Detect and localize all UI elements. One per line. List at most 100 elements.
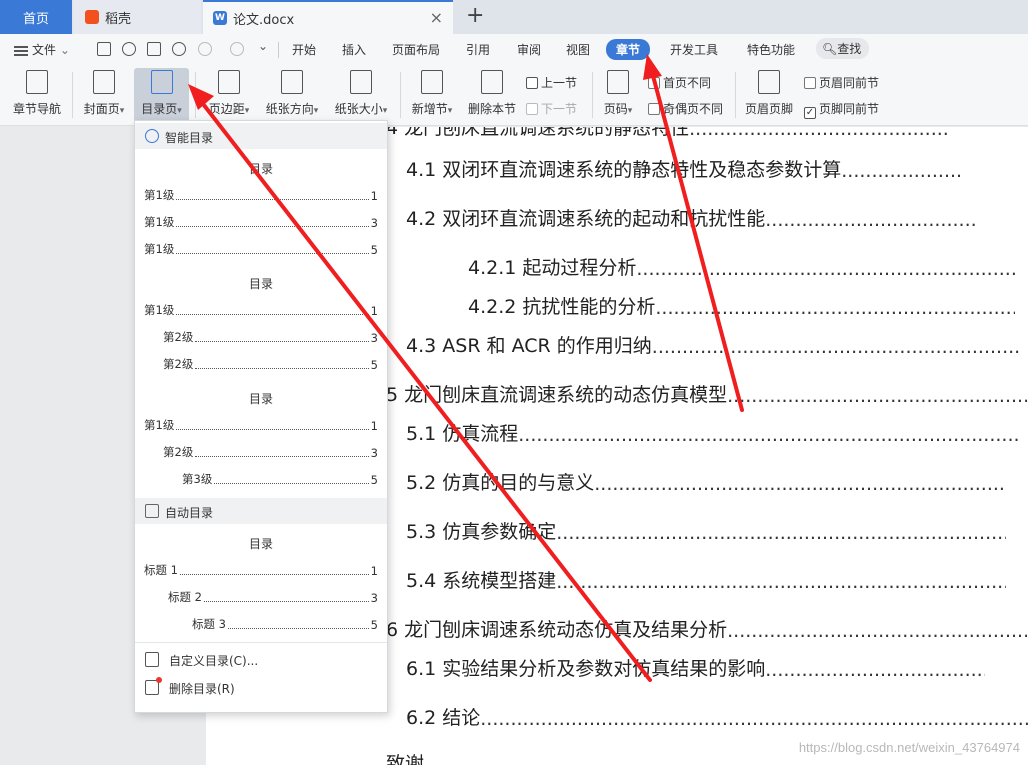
new-tab-icon[interactable]: +	[466, 4, 484, 28]
dropdown-caret-icon: ▾	[382, 106, 388, 116]
close-icon[interactable]: ×	[430, 10, 443, 26]
search-button[interactable]: 🔍︎查找	[816, 38, 870, 59]
toc-preview-row: 第1级 3	[144, 215, 378, 230]
next-section-button[interactable]: 下一节	[526, 100, 577, 117]
toc-preview-row: 第2级 3	[163, 330, 378, 345]
daoke-icon	[85, 10, 99, 24]
menu-start[interactable]: 开始	[292, 41, 316, 58]
toc-entry[interactable]: 4.3 ASR 和 ACR 的作用归纳.....................…	[406, 331, 1022, 358]
orientation-button[interactable]: 纸张方向▾	[260, 68, 324, 122]
new-section-button[interactable]: 新增节▾	[406, 68, 458, 122]
delete-section-button[interactable]: 删除本节	[464, 68, 520, 122]
first-page-different-checkbox[interactable]: 首页不同	[648, 74, 711, 91]
print-icon[interactable]	[147, 42, 161, 56]
prev-section-button[interactable]: 上一节	[526, 74, 577, 91]
toc-leader: ........................................…	[655, 297, 1015, 319]
dropdown-caret-icon: ▾	[244, 106, 250, 116]
toc-entry[interactable]: 6 龙门刨床调速系统动态仿真及结果分析.....................…	[386, 615, 1027, 642]
page-number-label: 页码	[603, 102, 628, 116]
save-icon[interactable]	[97, 42, 111, 56]
header-footer-icon	[758, 70, 780, 94]
delete-section-label: 删除本节	[467, 102, 516, 116]
menu-insert[interactable]: 插入	[342, 41, 366, 58]
odd-even-different-checkbox[interactable]: 奇偶页不同	[648, 100, 723, 117]
toc-leader: ........................................…	[556, 571, 1006, 593]
dropdown-caret-icon: ▾	[119, 106, 125, 116]
chevron-down-icon: ⌄	[59, 43, 70, 57]
page-number-button[interactable]: 页码▾	[597, 68, 639, 122]
menu-special-features[interactable]: 特色功能	[747, 41, 795, 58]
toc-entry[interactable]: 6.2 结论..................................…	[406, 703, 1028, 730]
ribbon-divider	[195, 72, 196, 118]
toc-entry[interactable]: 4.2.2 抗扰性能的分析...........................…	[468, 292, 1015, 319]
chapter-nav-button[interactable]: 章节导航	[6, 68, 68, 122]
toc-leader: ........................................…	[480, 708, 1028, 730]
toc-page-button[interactable]: 目录页▾	[134, 68, 189, 122]
tab-document[interactable]: W 论文.docx ×	[203, 0, 453, 34]
smart-toc-label: 智能目录	[165, 131, 214, 145]
menu-developer-tools[interactable]: 开发工具	[670, 41, 718, 58]
toc-leader: ........................................…	[689, 127, 949, 140]
redo-icon[interactable]	[230, 42, 244, 56]
toc-entry-text: 5 龙门刨床直流调速系统的动态仿真模型	[386, 384, 728, 406]
checkbox-icon	[648, 77, 660, 89]
menu-chapter[interactable]: 章节	[606, 39, 651, 60]
toc-entry[interactable]: 6.1 实验结果分析及参数对仿真结果的影响...................…	[406, 654, 985, 681]
auto-toc-label: 自动目录	[165, 506, 214, 520]
custom-toc-menu-item[interactable]: 自定义目录(C)...	[145, 652, 258, 669]
toc-entry[interactable]: 4.2 双闭环直流调速系统的起动和抗扰性能...................…	[406, 204, 975, 231]
print-preview-icon[interactable]	[172, 42, 186, 56]
undo-icon[interactable]	[198, 42, 212, 56]
file-menu[interactable]: 文件 ⌄	[14, 41, 70, 58]
menu-bar: 文件 ⌄ ⌄ 开始 插入 页面布局 引用 审阅 视图 章节 开发工具 特色功能 …	[0, 34, 1028, 64]
toc-leader: ........................................…	[727, 620, 1027, 642]
dropdown-caret-icon: ▾	[177, 106, 182, 116]
header-same-as-previous-checkbox[interactable]: 页眉同前节	[804, 74, 879, 91]
toc-preview-row: 标题 35	[192, 617, 378, 632]
margins-label: 页边距	[208, 102, 245, 116]
toc-entry-text: 5.4 系统模型搭建	[406, 570, 557, 592]
cover-page-button[interactable]: 封面页▾	[78, 68, 130, 122]
cover-page-icon	[93, 70, 115, 94]
toc-preview-row: 标题 11	[144, 563, 378, 578]
toc-entry[interactable]: 5.1 仿真流程................................…	[406, 419, 1018, 446]
toc-entry[interactable]: 5.2 仿真的目的与意义............................…	[406, 468, 1004, 495]
toc-preview-row: 标题 23	[168, 590, 378, 605]
toc-entry-text: 4.3 ASR 和 ACR 的作用归纳	[406, 335, 652, 357]
toc-entry[interactable]: 4.2.1 起动过程分析............................…	[468, 253, 1016, 280]
toc-preview-title: 目录	[248, 537, 273, 551]
toc-leader: ........................................…	[556, 522, 1006, 544]
menu-review[interactable]: 审阅	[517, 41, 541, 58]
footer-same-as-previous-checkbox[interactable]: 页脚同前节	[804, 100, 879, 119]
menu-page-layout[interactable]: 页面布局	[392, 41, 440, 58]
toc-entry[interactable]: 5.3 仿真参数确定..............................…	[406, 517, 1006, 544]
menu-view[interactable]: 视图	[566, 41, 590, 58]
ribbon-divider	[400, 72, 401, 118]
toc-leader: ........................................…	[594, 473, 1004, 495]
toc-entry[interactable]: 4 龙门刨床直流调速系统的静态特性.......................…	[386, 127, 949, 140]
next-section-icon	[526, 103, 538, 115]
toc-preview-row: 第1级 5	[144, 242, 378, 257]
tab-bar: 首页 稻壳 W 论文.docx × +	[0, 0, 1028, 34]
toc-entry-text: 4.2 双闭环直流调速系统的起动和抗扰性能	[406, 208, 766, 230]
margins-button[interactable]: 页边距▾	[201, 68, 257, 122]
toc-leader: ..............................	[841, 160, 962, 182]
toc-entry[interactable]: 5 龙门刨床直流调速系统的动态仿真模型.....................…	[386, 380, 1027, 407]
delete-toc-menu-item[interactable]: 删除目录(R)	[145, 677, 235, 697]
toc-entry[interactable]: 5.4 系统模型搭建..............................…	[406, 566, 1006, 593]
toc-entry[interactable]: 4.1 双闭环直流调速系统的静态特性及稳态参数计算...............…	[406, 155, 961, 182]
toc-entry-text: 4.2.1 起动过程分析	[468, 257, 637, 279]
toc-entry-text: 6 龙门刨床调速系统动态仿真及结果分析	[386, 619, 728, 641]
chapter-nav-icon	[26, 70, 48, 94]
tab-home[interactable]: 首页	[0, 0, 72, 34]
paper-size-button[interactable]: 纸张大小▾	[329, 68, 393, 122]
tab-daoke[interactable]: 稻壳	[73, 0, 201, 34]
quick-access-more-icon[interactable]: ⌄	[258, 39, 268, 53]
header-footer-button[interactable]: 页眉页脚	[740, 68, 798, 122]
acknowledgement-heading[interactable]: 致谢	[386, 749, 424, 765]
ribbon-chapter: 章节导航 封面页▾ 目录页▾ 页边距▾ 纸张方向▾ 纸张大小▾ 新增节▾ 删除本…	[0, 64, 1028, 126]
cover-page-label: 封面页	[83, 102, 120, 116]
menu-references[interactable]: 引用	[466, 41, 490, 58]
checkbox-icon	[804, 77, 816, 89]
format-painter-icon[interactable]	[122, 42, 136, 56]
